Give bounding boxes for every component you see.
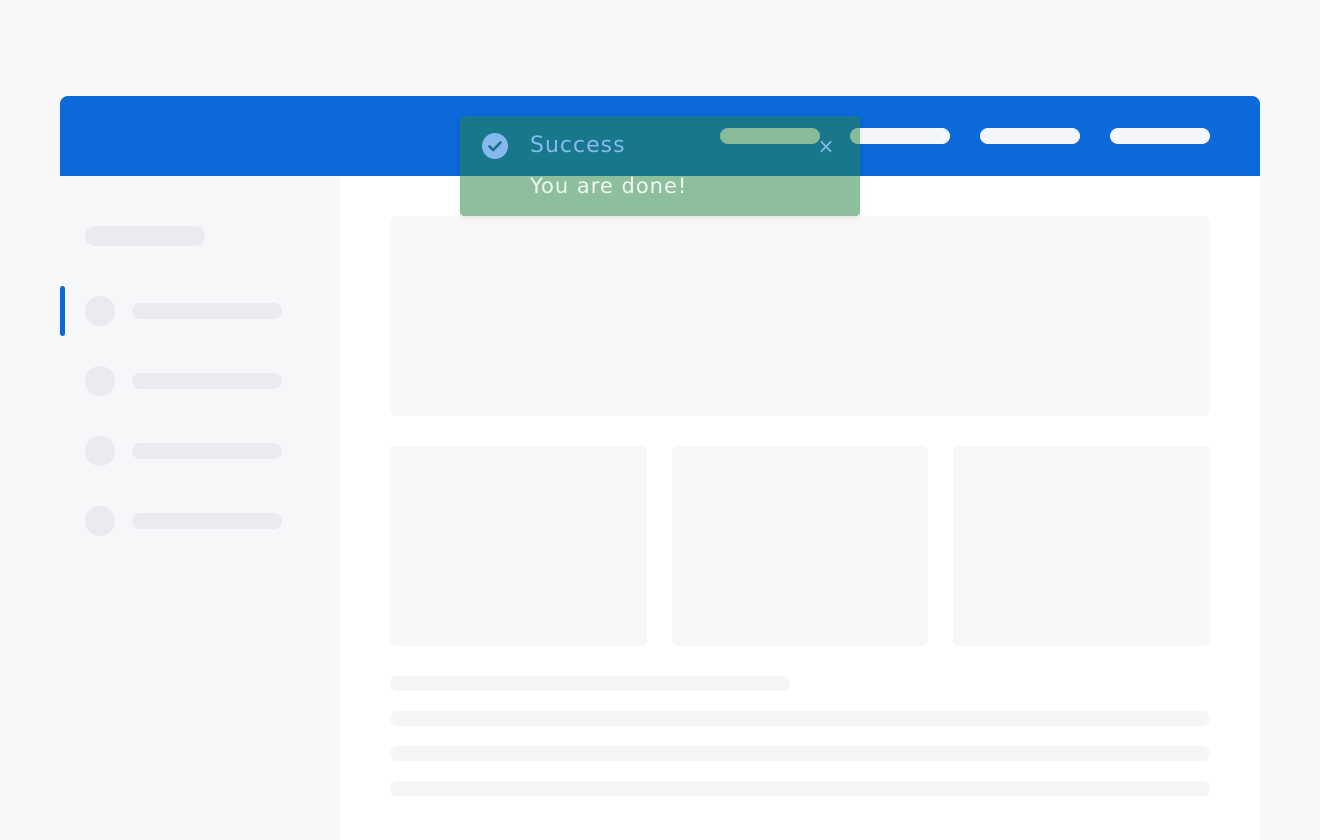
sidebar-item-label-placeholder: [132, 513, 282, 529]
text-line-placeholder: [390, 676, 790, 691]
toast-message: You are done!: [530, 174, 688, 198]
nav-item-placeholder-2[interactable]: [850, 128, 950, 144]
content-card-placeholder-3: [953, 446, 1210, 646]
sidebar-item-icon-placeholder: [85, 296, 115, 326]
sidebar-title-placeholder: [85, 226, 205, 246]
toast-title: Success: [530, 133, 626, 158]
sidebar-item[interactable]: [60, 426, 340, 476]
content-card-placeholder-1: [390, 446, 647, 646]
sidebar-item-label-placeholder: [132, 443, 282, 459]
nav-item-placeholder-4[interactable]: [1110, 128, 1210, 144]
sidebar-item-icon-placeholder: [85, 436, 115, 466]
active-indicator: [60, 286, 65, 336]
sidebar-item-label-placeholder: [132, 303, 282, 319]
check-circle-icon: [482, 133, 508, 159]
sidebar-item-label-placeholder: [132, 373, 282, 389]
main-content: [340, 176, 1260, 840]
text-line-placeholder: [390, 746, 1210, 761]
text-line-placeholder: [390, 711, 1210, 726]
sidebar-item[interactable]: [60, 496, 340, 546]
text-line-placeholder: [390, 781, 1210, 796]
content-card-placeholder-2: [672, 446, 928, 646]
sidebar-item-icon-placeholder: [85, 366, 115, 396]
success-toast: Success You are done! ×: [460, 116, 860, 216]
sidebar-item[interactable]: [60, 356, 340, 406]
hero-card-placeholder: [390, 216, 1210, 416]
close-icon[interactable]: ×: [816, 133, 836, 159]
sidebar: [60, 176, 340, 840]
sidebar-item-active[interactable]: [60, 286, 340, 336]
nav-item-placeholder-3[interactable]: [980, 128, 1080, 144]
sidebar-item-icon-placeholder: [85, 506, 115, 536]
